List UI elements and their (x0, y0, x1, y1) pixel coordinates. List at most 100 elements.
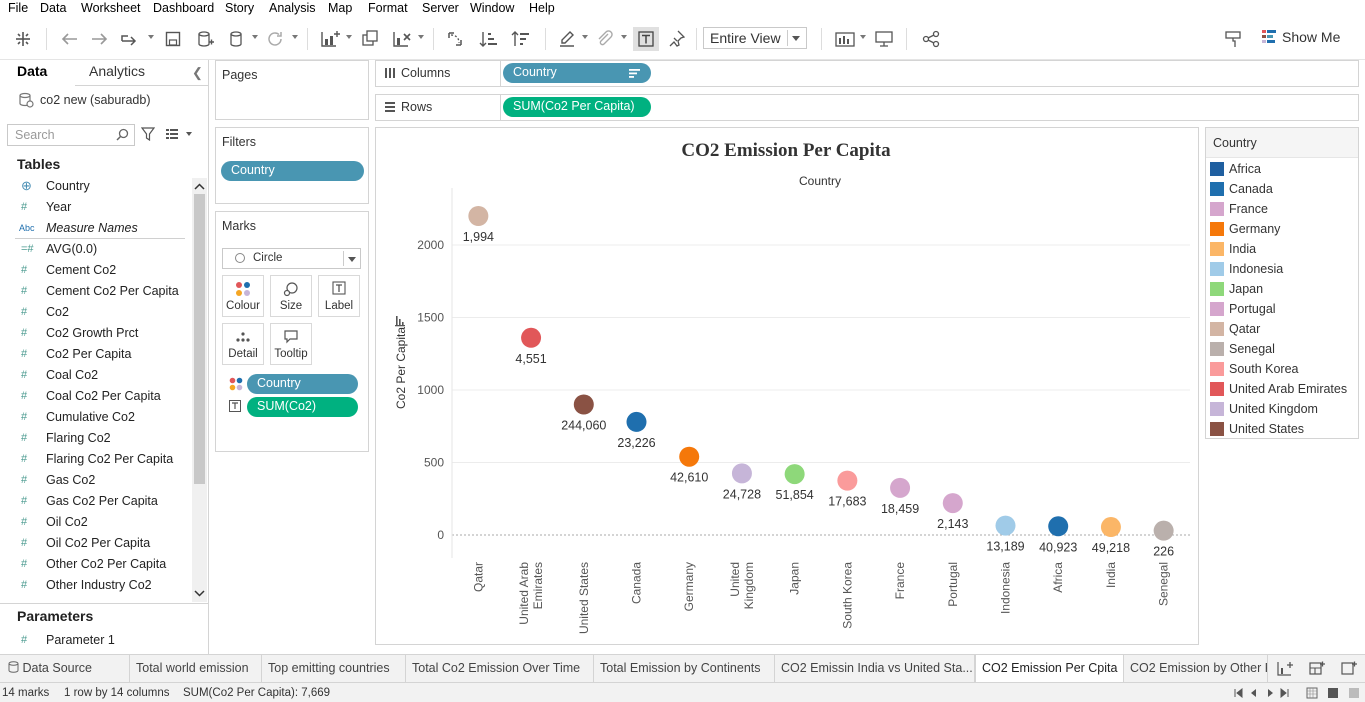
field-item[interactable]: Abc Measure Names (0, 218, 192, 239)
columns-pill-country[interactable]: Country (503, 63, 651, 83)
menu-format[interactable]: Format (368, 1, 408, 15)
data-point[interactable] (784, 464, 805, 485)
rows-shelf[interactable]: Rows SUM(Co2 Per Capita) (375, 94, 1359, 121)
presentation-icon[interactable] (873, 27, 895, 51)
data-point[interactable] (468, 206, 489, 226)
replay-dropdown-caret[interactable] (148, 35, 154, 39)
tab-top-emitting-countries[interactable]: Top emitting countries (262, 655, 406, 682)
show-cards-icon[interactable] (833, 27, 857, 51)
sort-descending-icon[interactable] (509, 27, 531, 51)
size-button[interactable]: Size (270, 275, 312, 317)
field-item[interactable]: # Cement Co2 (0, 260, 192, 281)
redo-icon[interactable] (89, 27, 111, 51)
view-mode-icons[interactable] (1306, 687, 1362, 699)
undo-icon[interactable] (58, 27, 80, 51)
menu-dashboard[interactable]: Dashboard (153, 1, 214, 15)
fit-view-select[interactable]: Entire View (703, 27, 807, 49)
datasource-item[interactable]: co2 new (saburadb) (18, 92, 150, 108)
mark-type-select[interactable]: Circle (222, 248, 361, 269)
field-item[interactable]: # Flaring Co2 Per Capita (0, 449, 192, 470)
data-point[interactable] (995, 515, 1016, 536)
new-story-icon[interactable] (1341, 661, 1357, 676)
pause-update-icon[interactable] (226, 27, 246, 51)
swap-icon[interactable] (444, 27, 466, 51)
tab-data-source[interactable]: Data Source (0, 655, 130, 682)
clear-sheet-icon[interactable] (391, 27, 413, 51)
data-point[interactable] (1048, 516, 1069, 537)
legend-item[interactable]: India (1210, 239, 1358, 259)
menu-data[interactable]: Data (40, 1, 66, 15)
show-cards-dropdown-caret[interactable] (860, 35, 866, 39)
data-point[interactable] (1153, 520, 1174, 541)
legend-item[interactable]: France (1210, 199, 1358, 219)
legend-item[interactable]: Canada (1210, 179, 1358, 199)
data-point[interactable] (890, 477, 911, 498)
marks-pill-sum-co2[interactable]: SUM(Co2) (247, 397, 358, 417)
pin-icon[interactable] (666, 27, 688, 51)
menu-analysis[interactable]: Analysis (269, 1, 316, 15)
field-item[interactable]: # Oil Co2 (0, 512, 192, 533)
rows-pill-sum-co2-per-capita[interactable]: SUM(Co2 Per Capita) (503, 97, 651, 117)
sheet-navigation-icon[interactable] (1234, 688, 1294, 698)
duplicate-sheet-icon[interactable] (359, 27, 381, 51)
tab-emission-by-continents[interactable]: Total Emission by Continents (594, 655, 775, 682)
new-worksheet-icon[interactable] (1277, 661, 1293, 676)
clear-sheet-dropdown-caret[interactable] (418, 35, 424, 39)
field-item[interactable]: # Co2 Per Capita (0, 344, 192, 365)
new-datasource-icon[interactable] (193, 27, 217, 51)
field-item[interactable]: =# AVG(0.0) (0, 239, 192, 260)
tooltip-button[interactable]: Tooltip (270, 323, 312, 365)
scrollbar-thumb[interactable] (194, 194, 205, 484)
field-item[interactable]: # Co2 (0, 302, 192, 323)
save-icon[interactable] (162, 27, 184, 51)
new-worksheet-dropdown-caret[interactable] (346, 35, 352, 39)
field-item[interactable]: # Coal Co2 Per Capita (0, 386, 192, 407)
label-button[interactable]: Label (318, 275, 360, 317)
search-input[interactable]: Search (7, 124, 135, 146)
format-icon[interactable] (1222, 27, 1244, 51)
tab-total-world-emission[interactable]: Total world emission (130, 655, 262, 682)
menu-story[interactable]: Story (225, 1, 254, 15)
field-item[interactable]: # Coal Co2 (0, 365, 192, 386)
data-point[interactable] (679, 446, 700, 467)
show-labels-icon[interactable] (633, 27, 659, 51)
field-list-scrollbar[interactable] (192, 178, 207, 602)
new-worksheet-icon[interactable] (318, 27, 342, 51)
filter-pill-country[interactable]: Country (221, 161, 364, 181)
group-icon[interactable] (594, 27, 616, 51)
parameter-item[interactable]: # Parameter 1 (0, 630, 192, 651)
field-item[interactable]: # Oil Co2 Per Capita (0, 533, 192, 554)
tab-data[interactable]: Data (17, 63, 47, 79)
legend-item[interactable]: Africa (1210, 159, 1358, 179)
field-item[interactable]: # Gas Co2 (0, 470, 192, 491)
colour-button[interactable]: Colour (222, 275, 264, 317)
view-options-button[interactable] (166, 128, 192, 143)
menu-help[interactable]: Help (529, 1, 555, 15)
sort-ascending-icon[interactable] (477, 27, 499, 51)
field-item[interactable]: # Other Co2 Per Capita (0, 554, 192, 575)
menu-worksheet[interactable]: Worksheet (81, 1, 141, 15)
data-point[interactable] (626, 411, 647, 432)
group-dropdown-caret[interactable] (621, 35, 627, 39)
refresh-icon[interactable] (264, 27, 286, 51)
detail-button[interactable]: Detail (222, 323, 264, 365)
data-point[interactable] (837, 470, 858, 491)
scatter-chart[interactable]: CO2 Emission Per Capita Country Co2 Per … (376, 128, 1198, 644)
legend-item[interactable]: United Arab Emirates (1210, 379, 1358, 399)
chart-area[interactable]: CO2 Emission Per Capita Country Co2 Per … (375, 127, 1199, 645)
legend-item[interactable]: Germany (1210, 219, 1358, 239)
tab-total-co2-over-time[interactable]: Total Co2 Emission Over Time (406, 655, 594, 682)
chevron-left-icon[interactable]: ❮ (192, 65, 203, 81)
legend-item[interactable]: Qatar (1210, 319, 1358, 339)
field-item[interactable]: # Flaring Co2 (0, 428, 192, 449)
data-points[interactable]: 1,994 4,551 244,060 23,226 42,610 24,728 51,85… (463, 206, 1174, 559)
columns-shelf[interactable]: Columns Country (375, 60, 1359, 87)
menu-map[interactable]: Map (328, 1, 352, 15)
data-point[interactable] (1100, 517, 1121, 538)
show-me-button[interactable]: Show Me (1262, 29, 1340, 45)
legend-item[interactable]: Japan (1210, 279, 1358, 299)
menu-window[interactable]: Window (470, 1, 514, 15)
tab-india-vs-us[interactable]: CO2 Emissin India vs United Sta... (775, 655, 975, 682)
highlight-dropdown-caret[interactable] (582, 35, 588, 39)
legend-item[interactable]: Senegal (1210, 339, 1358, 359)
